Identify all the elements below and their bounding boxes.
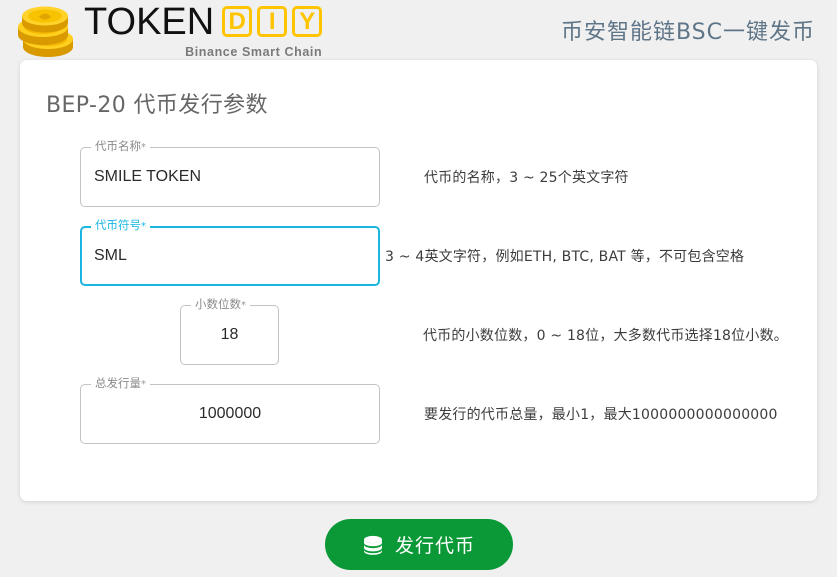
form-row-token-name: 代币名称* 代币的名称，3 ~ 25个英文字符 <box>20 137 817 216</box>
token-symbol-field[interactable]: 代币符号* <box>80 218 380 286</box>
page-header: TOKEN D I Y Binance Smart Chain 币安智能链BSC… <box>0 0 837 60</box>
token-name-hint: 代币的名称，3 ~ 25个英文字符 <box>424 169 629 186</box>
issue-token-button[interactable]: 发行代币 <box>324 519 513 570</box>
brand-wordmark: TOKEN <box>84 0 215 43</box>
coins-stack-icon <box>362 535 384 555</box>
brand-diy-boxes: D I Y <box>222 6 323 38</box>
diy-letter-d: D <box>222 6 253 38</box>
issue-token-button-label: 发行代币 <box>394 535 475 557</box>
form-row-decimals: 小数位数* 代币的小数位数，0 ~ 18位，大多数代币选择18位小数。 <box>20 295 817 374</box>
total-supply-field[interactable]: 总发行量* <box>80 376 380 444</box>
token-name-input[interactable] <box>80 146 380 207</box>
brand-tagline: Binance Smart Chain <box>185 44 323 59</box>
total-supply-hint: 要发行的代币总量，最小1，最大1000000000000000 <box>424 406 778 423</box>
form-row-token-symbol: 代币符号* 3 ~ 4英文字符，例如ETH, BTC, BAT 等，不可包含空格 <box>20 216 817 295</box>
form-row-total-supply: 总发行量* 要发行的代币总量，最小1，最大1000000000000000 <box>20 374 817 453</box>
token-name-field[interactable]: 代币名称* <box>80 139 380 207</box>
brand-text: TOKEN D I Y Binance Smart Chain <box>84 0 323 59</box>
token-symbol-input[interactable] <box>80 225 380 286</box>
total-supply-input[interactable] <box>80 383 380 444</box>
token-parameters-card: BEP-20 代币发行参数 代币名称* 代币的名称，3 ~ 25个英文字符 代币… <box>20 60 817 501</box>
decimals-field[interactable]: 小数位数* <box>180 297 279 365</box>
card-title: BEP-20 代币发行参数 <box>46 93 268 118</box>
decimals-hint: 代币的小数位数，0 ~ 18位，大多数代币选择18位小数。 <box>423 327 788 344</box>
token-form: 代币名称* 代币的名称，3 ~ 25个英文字符 代币符号* 3 ~ 4英文字符，… <box>20 137 817 453</box>
coin-stack-icon <box>14 6 76 58</box>
diy-letter-i: I <box>257 6 288 38</box>
brand-logo[interactable]: TOKEN D I Y Binance Smart Chain <box>14 0 323 59</box>
page-title: 币安智能链BSC一键发币 <box>560 20 815 45</box>
submit-area: 发行代币 <box>0 519 837 570</box>
token-symbol-hint: 3 ~ 4英文字符，例如ETH, BTC, BAT 等，不可包含空格 <box>385 248 745 265</box>
diy-letter-y: Y <box>292 6 323 38</box>
decimals-input[interactable] <box>180 304 279 365</box>
